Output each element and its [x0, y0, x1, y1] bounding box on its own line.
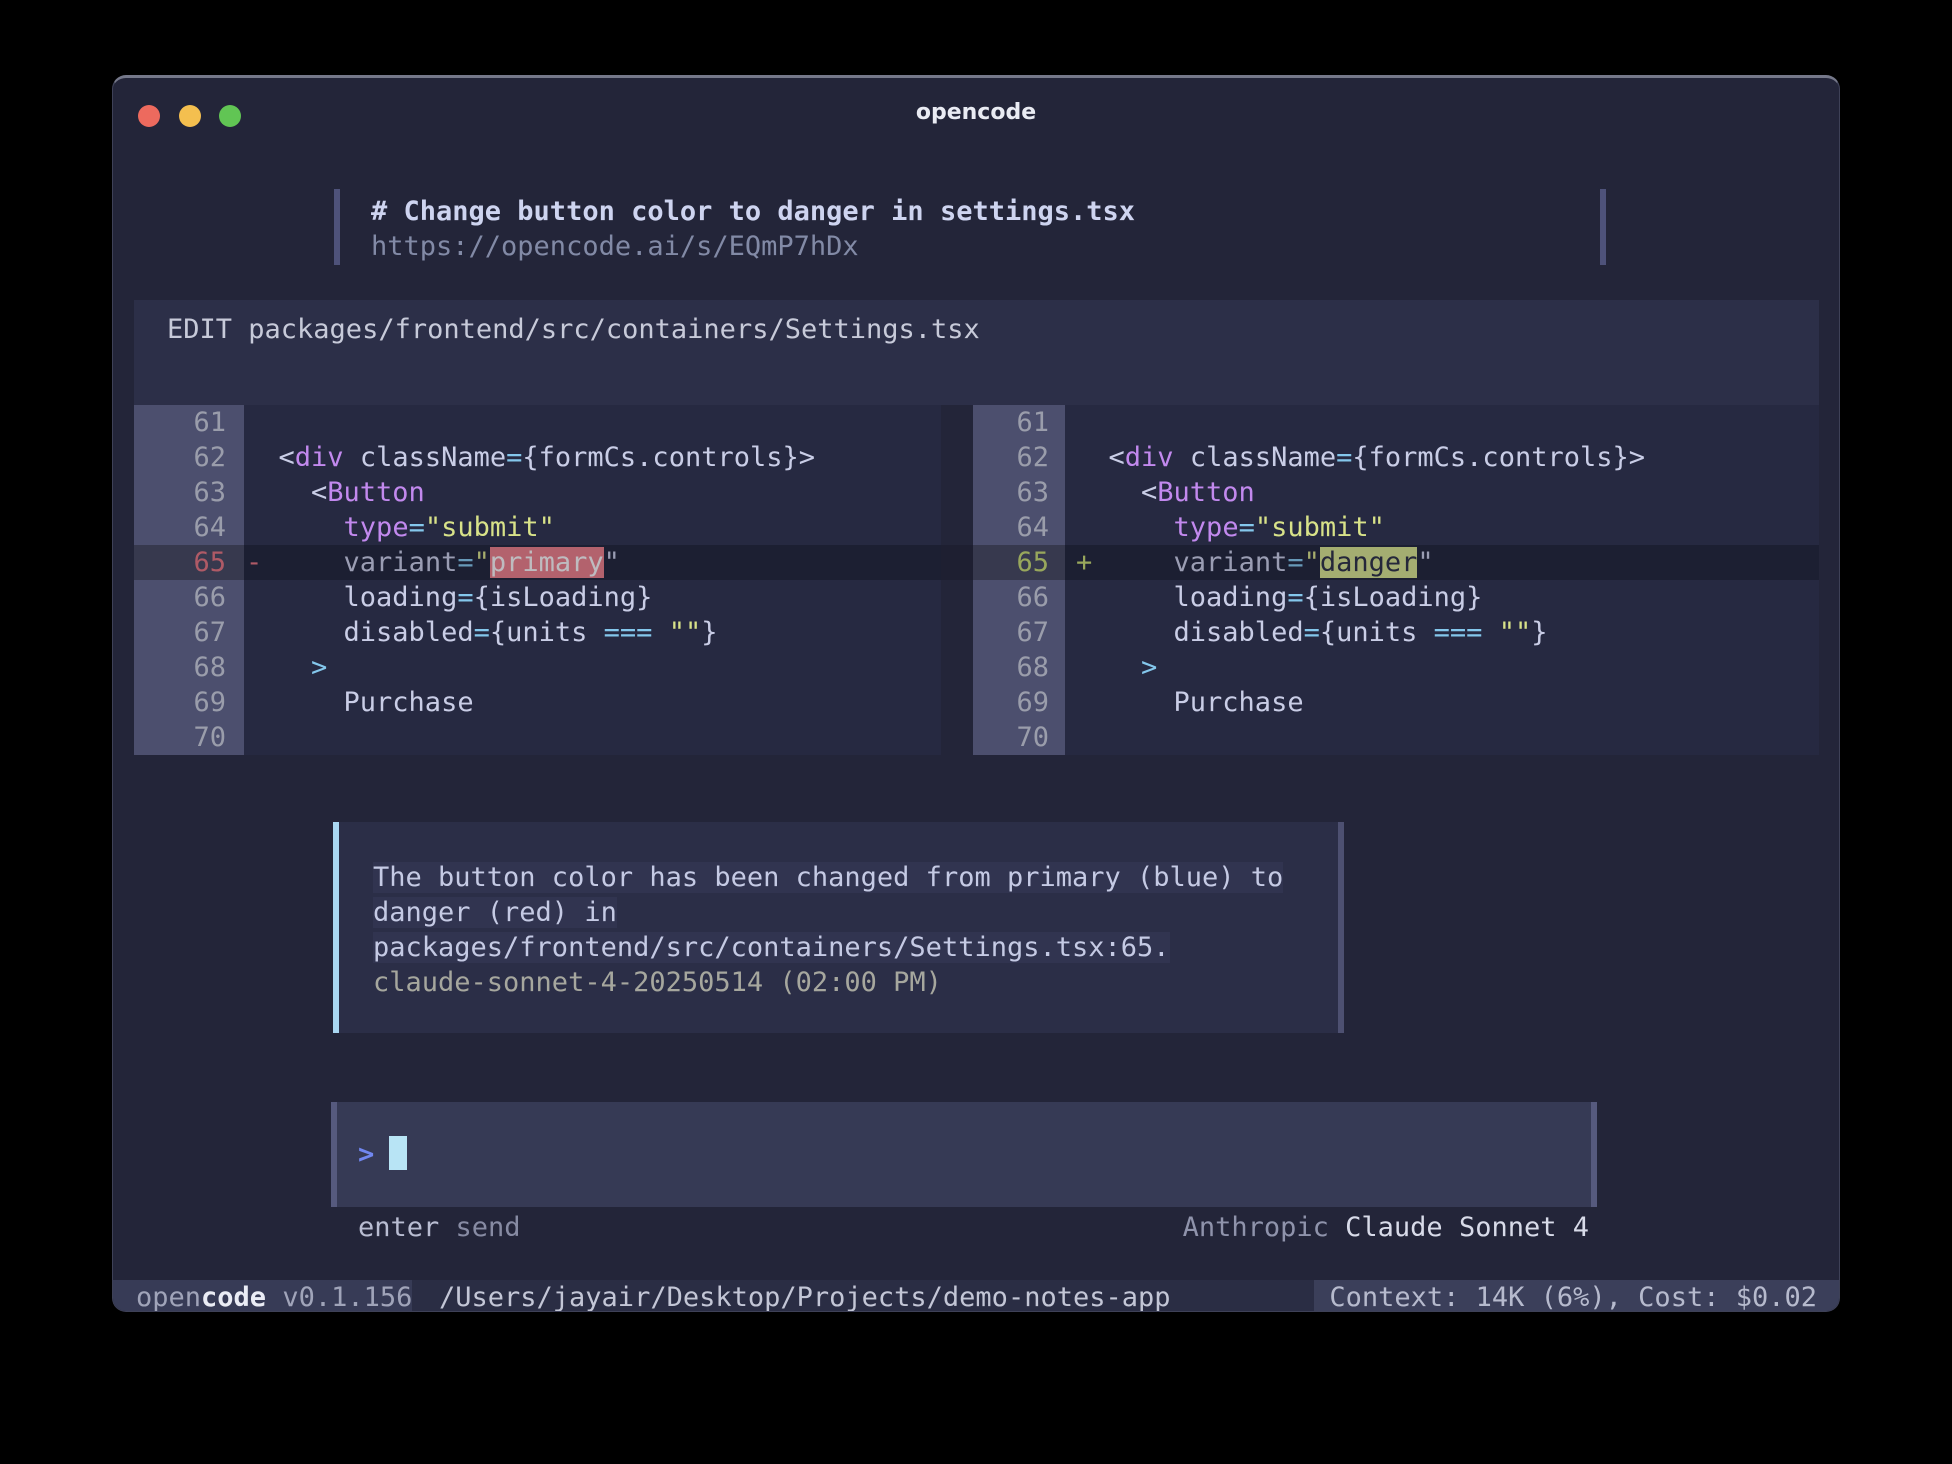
model-name: Claude Sonnet 4 [1345, 1212, 1589, 1243]
line-number: 68 [973, 650, 1065, 685]
diff-line-new-69: 69 Purchase [973, 685, 1819, 720]
app-name-code: code [201, 1282, 266, 1312]
code-text: - variant="primary" [244, 545, 941, 580]
input-prompt-line: > [358, 1136, 407, 1172]
diff-line-new-65: 65+ variant="danger" [973, 545, 1819, 580]
diff-line-new-63: 63 <Button [973, 475, 1819, 510]
code-text: disabled={units === ""} [1065, 615, 1819, 650]
prompt-quote-bar-right [1600, 189, 1606, 265]
line-number: 67 [973, 615, 1065, 650]
line-number: 69 [973, 685, 1065, 720]
prompt-chevron: > [358, 1139, 374, 1170]
line-number: 62 [973, 440, 1065, 475]
edit-file-title: EDIT packages/frontend/src/containers/Se… [167, 312, 980, 347]
diff-line-old-65: 65- variant="primary" [134, 545, 941, 580]
diff-pane-new: 6162 <div className={formCs.controls}>63… [973, 405, 1819, 755]
prompt-quote-bar-left [334, 189, 340, 265]
message-scrollbar[interactable] [1338, 822, 1344, 1033]
hint-key: enter [358, 1212, 439, 1243]
code-text: > [244, 650, 941, 685]
keybind-hint: enter send [358, 1210, 521, 1245]
code-text: loading={isLoading} [244, 580, 941, 615]
code-text: <div className={formCs.controls}> [1065, 440, 1819, 475]
code-text: loading={isLoading} [1065, 580, 1819, 615]
diff-pane-old: 6162 <div className={formCs.controls}>63… [134, 405, 941, 755]
diff-line-new-62: 62 <div className={formCs.controls}> [973, 440, 1819, 475]
diff-line-old-63: 63 <Button [134, 475, 941, 510]
diff-line-old-67: 67 disabled={units === ""} [134, 615, 941, 650]
message-text-line: packages/frontend/src/containers/Setting… [373, 930, 1283, 965]
code-text: > [1065, 650, 1819, 685]
status-app-version: opencode v0.1.156 [113, 1280, 412, 1312]
line-number: 63 [973, 475, 1065, 510]
line-number: 66 [134, 580, 244, 615]
code-text [1065, 405, 1819, 440]
diff-line-new-68: 68 > [973, 650, 1819, 685]
app-name-open: open [136, 1282, 201, 1312]
line-number: 67 [134, 615, 244, 650]
diff-line-old-62: 62 <div className={formCs.controls}> [134, 440, 941, 475]
status-bar: opencode v0.1.156 /Users/jayair/Desktop/… [113, 1280, 1840, 1312]
diff-line-new-70: 70 [973, 720, 1819, 755]
window-title: opencode [113, 98, 1839, 128]
diff-line-old-66: 66 loading={isLoading} [134, 580, 941, 615]
diff-line-new-66: 66 loading={isLoading} [973, 580, 1819, 615]
code-text: <Button [1065, 475, 1819, 510]
line-number: 70 [134, 720, 244, 755]
code-text [1065, 720, 1819, 755]
message-text-line: danger (red) in [373, 895, 1283, 930]
user-prompt-heading: # Change button color to danger in setti… [371, 194, 1135, 229]
app-window: opencode # Change button color to danger… [112, 75, 1840, 1312]
line-number: 62 [134, 440, 244, 475]
assistant-message: The button color has been changed from p… [333, 822, 1344, 1033]
code-text: <Button [244, 475, 941, 510]
code-text [244, 405, 941, 440]
prompt-input[interactable]: > [337, 1102, 1591, 1207]
code-text: + variant="danger" [1065, 545, 1819, 580]
line-number: 64 [973, 510, 1065, 545]
code-text: Purchase [1065, 685, 1819, 720]
line-number: 63 [134, 475, 244, 510]
line-number: 64 [134, 510, 244, 545]
code-text [244, 720, 941, 755]
diff-line-old-61: 61 [134, 405, 941, 440]
diff-line-new-67: 67 disabled={units === ""} [973, 615, 1819, 650]
edit-block-header: EDIT packages/frontend/src/containers/Se… [134, 300, 1819, 405]
message-model-timestamp: claude-sonnet-4-20250514 (02:00 PM) [373, 965, 1283, 1000]
code-text: type="submit" [1065, 510, 1819, 545]
model-indicator: Anthropic Claude Sonnet 4 [1183, 1210, 1589, 1245]
line-number: 70 [973, 720, 1065, 755]
message-content: The button color has been changed from p… [373, 860, 1283, 1000]
code-text: Purchase [244, 685, 941, 720]
line-number: 65 [973, 545, 1065, 580]
line-number: 66 [973, 580, 1065, 615]
input-border-right [1591, 1102, 1597, 1207]
line-number: 65 [134, 545, 244, 580]
prompt-input-block: > [331, 1102, 1597, 1207]
code-text: type="submit" [244, 510, 941, 545]
message-text-line: The button color has been changed from p… [373, 860, 1283, 895]
diff-line-old-64: 64 type="submit" [134, 510, 941, 545]
line-number: 69 [134, 685, 244, 720]
line-number: 61 [134, 405, 244, 440]
hint-action: send [439, 1212, 520, 1243]
message-accent-bar [333, 822, 339, 1033]
status-project-path: /Users/jayair/Desktop/Projects/demo-note… [439, 1280, 1171, 1312]
diff-line-new-64: 64 type="submit" [973, 510, 1819, 545]
code-text: disabled={units === ""} [244, 615, 941, 650]
share-url-link[interactable]: https://opencode.ai/s/EQmP7hDx [371, 229, 859, 264]
status-context-cost: Context: 14K (6%), Cost: $0.02 [1314, 1280, 1840, 1312]
diff-line-old-68: 68 > [134, 650, 941, 685]
diff-line-old-69: 69 Purchase [134, 685, 941, 720]
diff-line-old-70: 70 [134, 720, 941, 755]
code-text: <div className={formCs.controls}> [244, 440, 941, 475]
line-number: 68 [134, 650, 244, 685]
app-version: v0.1.156 [266, 1282, 412, 1312]
line-number: 61 [973, 405, 1065, 440]
diff-line-new-61: 61 [973, 405, 1819, 440]
text-cursor [389, 1136, 407, 1170]
model-provider: Anthropic [1183, 1212, 1346, 1243]
